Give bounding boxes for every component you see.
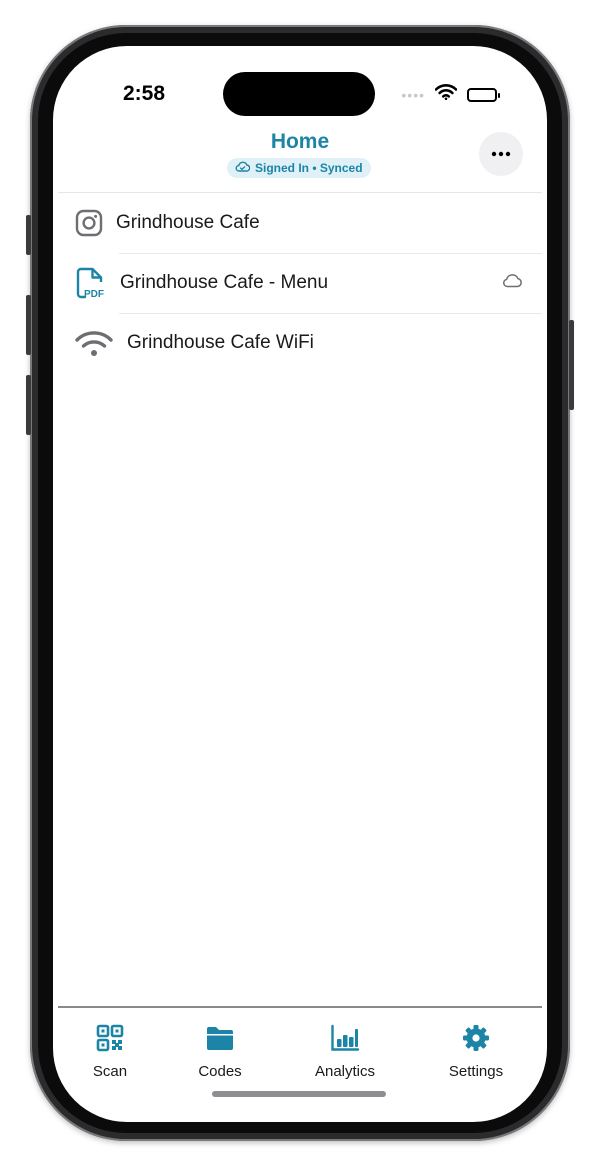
wifi-status-icon [434, 84, 458, 105]
tab-analytics[interactable]: Analytics [290, 1024, 400, 1080]
tab-settings[interactable]: Settings [421, 1024, 531, 1080]
side-button [26, 295, 31, 355]
tab-label: Settings [448, 1063, 504, 1080]
svg-text:PDF: PDF [84, 289, 104, 299]
tabbar-divider [58, 1006, 542, 1008]
battery-icon [467, 87, 500, 102]
status-indicators: •••• [401, 84, 500, 105]
tab-label: Scan [92, 1063, 128, 1080]
pdf-icon: PDF [75, 267, 105, 299]
cloud-icon [501, 273, 523, 293]
ellipsis-icon [491, 151, 511, 157]
list-item[interactable]: Grindhouse Cafe [53, 193, 547, 253]
list-item-label: Grindhouse Cafe [116, 212, 260, 233]
qr-code-icon [96, 1024, 124, 1057]
wifi-icon [74, 329, 114, 357]
page-title: Home [270, 130, 330, 153]
side-button [26, 375, 31, 435]
home-indicator[interactable] [212, 1091, 386, 1097]
gear-icon [462, 1024, 490, 1057]
signal-dots-icon: •••• [401, 86, 425, 103]
sync-status-label: Signed In • Synced [255, 161, 363, 175]
tab-label: Analytics [314, 1063, 376, 1080]
bar-chart-icon [330, 1024, 360, 1057]
list-item[interactable]: PDF Grindhouse Cafe - Menu [53, 253, 547, 313]
instagram-icon [75, 209, 103, 237]
side-button [26, 215, 31, 255]
folder-icon [205, 1024, 235, 1057]
status-time: 2:58 [123, 82, 166, 105]
more-options-button[interactable] [479, 132, 523, 176]
dynamic-island [223, 72, 375, 116]
tab-codes[interactable]: Codes [165, 1024, 275, 1080]
sync-status-badge: Signed In • Synced [227, 158, 371, 178]
list-item-label: Grindhouse Cafe WiFi [127, 332, 314, 353]
side-button [569, 320, 574, 410]
tab-label: Codes [198, 1063, 242, 1080]
list-item[interactable]: Grindhouse Cafe WiFi [53, 313, 547, 373]
cloud-sync-icon [235, 161, 251, 175]
list-item-label: Grindhouse Cafe - Menu [120, 272, 329, 293]
tab-scan[interactable]: Scan [55, 1024, 165, 1080]
screen: 2:58 •••• Home Signed In • Synced Grindh… [53, 46, 547, 1122]
